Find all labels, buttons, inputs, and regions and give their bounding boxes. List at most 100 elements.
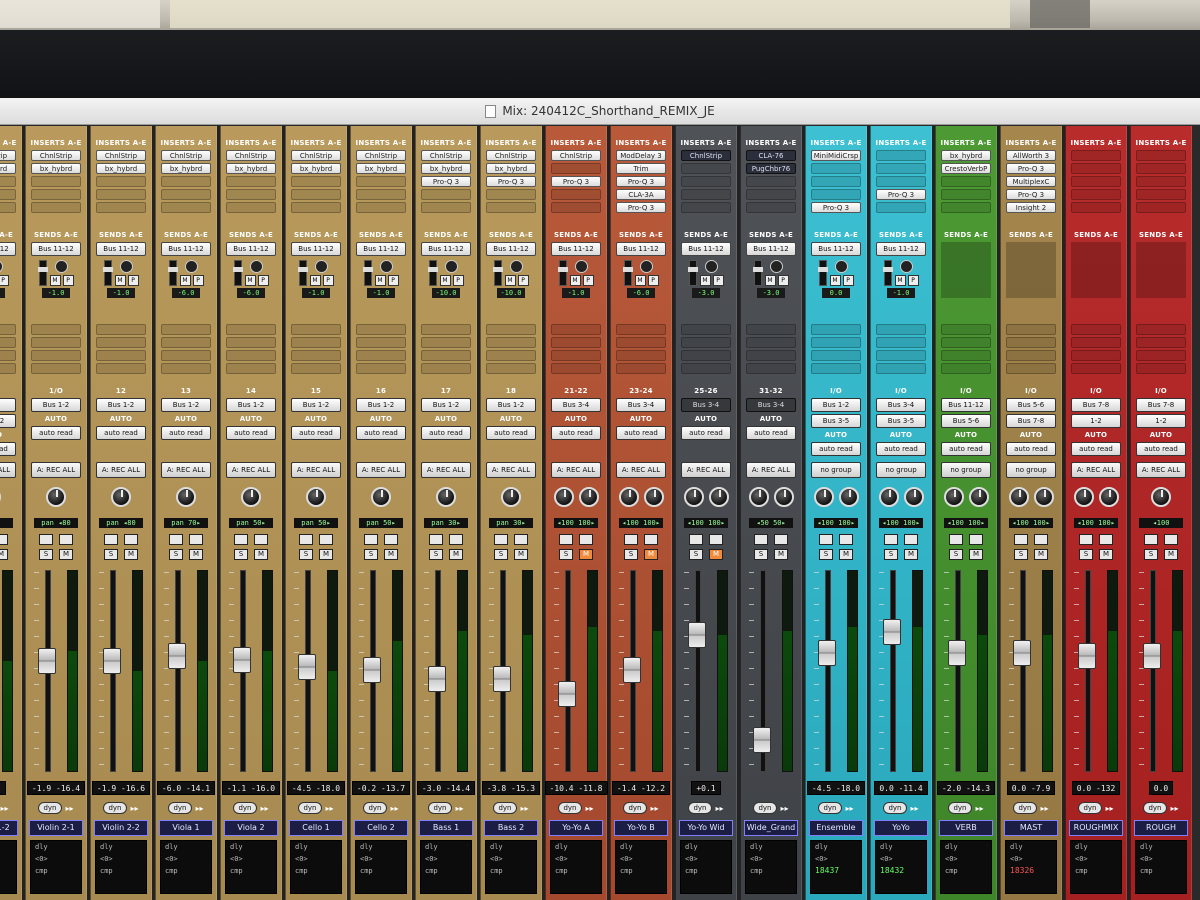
group-selector[interactable]: no group: [941, 462, 991, 478]
send-slot-empty[interactable]: [876, 324, 926, 335]
input-selector[interactable]: Bus 1-2: [356, 398, 406, 412]
insert-slot[interactable]: [226, 189, 276, 200]
pan-knob[interactable]: [371, 487, 391, 507]
send-slot[interactable]: Bus 11-12: [421, 242, 471, 256]
insert-slot[interactable]: [551, 189, 601, 200]
send-slot-empty[interactable]: [421, 350, 471, 361]
input-monitor-button[interactable]: [839, 534, 853, 545]
insert-slot[interactable]: MultiplexC: [1006, 176, 1056, 187]
insert-slot[interactable]: [551, 163, 601, 174]
send-slot-empty[interactable]: [161, 337, 211, 348]
output-selector[interactable]: Bus 7-8: [1006, 414, 1056, 428]
send-slot[interactable]: Bus 11-12: [551, 242, 601, 256]
send-slot-empty[interactable]: [681, 363, 731, 374]
volume-fader[interactable]: [168, 643, 186, 670]
insert-slot[interactable]: PugChbr76: [746, 163, 796, 174]
mute-button[interactable]: M: [1099, 549, 1113, 560]
input-selector[interactable]: Bus 1-2: [811, 398, 861, 412]
insert-slot[interactable]: [291, 202, 341, 213]
insert-slot[interactable]: AllWorth 3: [1006, 150, 1056, 161]
insert-slot[interactable]: [681, 163, 731, 174]
input-selector[interactable]: Bus 11-12: [941, 398, 991, 412]
pan-knob[interactable]: [968, 487, 989, 507]
dyn-button[interactable]: dyn: [558, 802, 582, 814]
dyn-button[interactable]: dyn: [883, 802, 907, 814]
solo-button[interactable]: S: [1144, 549, 1158, 560]
track-name[interactable]: Violin 2-2: [94, 820, 148, 836]
send-slot-empty[interactable]: [96, 363, 146, 374]
pan-knob[interactable]: [176, 487, 196, 507]
send-slot-empty[interactable]: [356, 337, 406, 348]
send-pan-knob[interactable]: [575, 260, 588, 273]
input-selector[interactable]: Bus 3-4: [551, 398, 601, 412]
send-pre-button[interactable]: P: [712, 275, 724, 286]
send-slot-empty[interactable]: [1071, 324, 1121, 335]
pan-knob[interactable]: [748, 487, 769, 507]
send-slot[interactable]: Bus 11-12: [0, 242, 16, 256]
solo-button[interactable]: S: [689, 549, 703, 560]
solo-button[interactable]: S: [1014, 549, 1028, 560]
insert-slot[interactable]: [941, 189, 991, 200]
send-level-fader[interactable]: [297, 260, 308, 286]
send-slot-empty[interactable]: [291, 363, 341, 374]
input-selector[interactable]: Bus 1-2: [421, 398, 471, 412]
input-selector[interactable]: Bus 1-2: [161, 398, 211, 412]
record-button[interactable]: [39, 534, 53, 545]
send-mute-button[interactable]: M: [894, 275, 906, 286]
output-selector[interactable]: Bus 1-2: [0, 414, 16, 428]
send-pre-button[interactable]: P: [62, 275, 74, 286]
send-slot-empty[interactable]: [96, 324, 146, 335]
send-mute-button[interactable]: M: [829, 275, 841, 286]
insert-slot[interactable]: [356, 202, 406, 213]
group-selector[interactable]: A: REC ALL: [291, 462, 341, 478]
send-slot-empty[interactable]: [356, 324, 406, 335]
insert-slot[interactable]: [681, 189, 731, 200]
send-slot[interactable]: Bus 11-12: [811, 242, 861, 256]
input-monitor-button[interactable]: [1099, 534, 1113, 545]
pan-knob[interactable]: [943, 487, 964, 507]
insert-slot[interactable]: [876, 202, 926, 213]
send-slot-empty[interactable]: [1006, 337, 1056, 348]
automation-mode-selector[interactable]: auto read: [421, 426, 471, 440]
pan-knob[interactable]: [501, 487, 521, 507]
send-pre-button[interactable]: P: [0, 275, 9, 286]
insert-slot[interactable]: ChnlStrip: [486, 150, 536, 161]
send-pan-knob[interactable]: [380, 260, 393, 273]
dyn-button[interactable]: dyn: [948, 802, 972, 814]
insert-slot[interactable]: bx_hybrd: [161, 163, 211, 174]
send-slot-empty[interactable]: [486, 324, 536, 335]
pan-knob[interactable]: [878, 487, 899, 507]
solo-button[interactable]: S: [169, 549, 183, 560]
send-slot-empty[interactable]: [811, 363, 861, 374]
track-name[interactable]: VERB: [939, 820, 993, 836]
send-slot[interactable]: Bus 11-12: [681, 242, 731, 256]
mute-button[interactable]: M: [124, 549, 138, 560]
insert-slot[interactable]: [421, 189, 471, 200]
send-pan-knob[interactable]: [445, 260, 458, 273]
pan-knob[interactable]: [1098, 487, 1119, 507]
input-selector[interactable]: Bus 1-2: [291, 398, 341, 412]
send-slot-empty[interactable]: [616, 324, 666, 335]
send-pan-knob[interactable]: [315, 260, 328, 273]
solo-button[interactable]: S: [884, 549, 898, 560]
track-name[interactable]: Violin 2-1: [29, 820, 83, 836]
pan-knob[interactable]: [553, 487, 574, 507]
record-button[interactable]: [819, 534, 833, 545]
send-pan-knob[interactable]: [835, 260, 848, 273]
group-selector[interactable]: no group: [876, 462, 926, 478]
input-monitor-button[interactable]: [774, 534, 788, 545]
insert-slot[interactable]: bx_hybrd: [291, 163, 341, 174]
pan-knob[interactable]: [618, 487, 639, 507]
insert-slot[interactable]: ChnlStrip: [96, 150, 146, 161]
record-button[interactable]: [104, 534, 118, 545]
send-mute-button[interactable]: M: [764, 275, 776, 286]
send-slot-empty[interactable]: [1071, 350, 1121, 361]
send-slot-empty[interactable]: [226, 337, 276, 348]
send-slot-empty[interactable]: [1136, 363, 1186, 374]
send-pan-knob[interactable]: [640, 260, 653, 273]
send-level-fader[interactable]: [687, 260, 698, 286]
automation-mode-selector[interactable]: auto read: [681, 426, 731, 440]
send-slot-empty[interactable]: [876, 350, 926, 361]
send-slot[interactable]: Bus 11-12: [96, 242, 146, 256]
record-button[interactable]: [1014, 534, 1028, 545]
